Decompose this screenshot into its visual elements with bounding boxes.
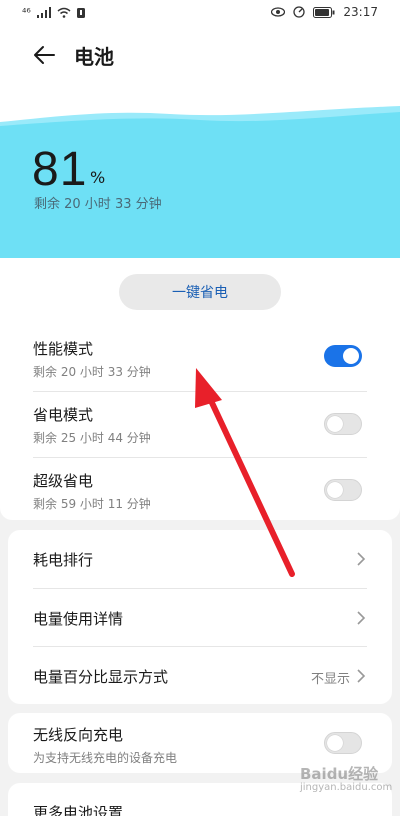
back-button[interactable]	[30, 41, 58, 69]
list-item-percentage-display-mode[interactable]: 电量百分比显示方式 不显示	[8, 646, 392, 704]
one-key-power-save-button[interactable]: 一键省电	[119, 274, 281, 310]
clock: 23:17	[343, 5, 378, 19]
list-item-power-usage-details[interactable]: 电量使用详情	[8, 588, 392, 646]
link-title: 电量百分比显示方式	[33, 668, 169, 686]
notification-icon	[76, 8, 85, 18]
performance-icon	[293, 6, 306, 18]
watermark-url: jingyan.baidu.com	[300, 782, 393, 793]
battery-percent-unit: %	[90, 168, 106, 187]
wifi-icon	[57, 7, 71, 18]
title-bar: 电池	[0, 28, 400, 80]
chevron-right-icon	[357, 669, 366, 683]
wireless-reverse-charging-toggle[interactable]	[324, 732, 362, 754]
mode-subtitle: 剩余 25 小时 44 分钟	[33, 431, 151, 445]
battery-percentage: 81	[32, 143, 88, 196]
mode-subtitle: 剩余 59 小时 11 分钟	[33, 497, 151, 511]
divider	[33, 391, 367, 392]
power-saving-mode-toggle[interactable]	[324, 413, 362, 435]
page-title: 电池	[74, 45, 114, 69]
eye-comfort-icon	[271, 7, 286, 17]
mode-title: 超级省电	[33, 472, 94, 490]
performance-mode-toggle[interactable]	[324, 345, 362, 367]
wireless-title: 无线反向充电	[33, 726, 124, 744]
ultra-power-saving-toggle[interactable]	[324, 479, 362, 501]
list-item-performance-mode[interactable]: 性能模式 剩余 20 小时 33 分钟	[0, 334, 400, 398]
signal-icon	[36, 7, 51, 18]
arrow-left-icon	[34, 46, 55, 64]
divider	[33, 457, 367, 458]
list-item-ultra-power-saving[interactable]: 超级省电 剩余 59 小时 11 分钟	[0, 464, 400, 520]
link-title: 电量使用详情	[33, 610, 124, 628]
battery-level-panel: 81 % 剩余 20 小时 33 分钟	[0, 80, 400, 258]
battery-remaining-time: 剩余 20 小时 33 分钟	[34, 197, 162, 212]
percentage-display-value: 不显示	[310, 672, 350, 687]
battery-icon	[313, 6, 335, 18]
signal-label: ⁴⁶	[22, 6, 31, 19]
link-title: 更多电池设置	[33, 804, 124, 816]
mode-subtitle: 剩余 20 小时 33 分钟	[33, 365, 151, 379]
chevron-right-icon	[357, 611, 366, 625]
wireless-subtitle: 为支持无线充电的设备充电	[33, 751, 178, 765]
list-item-power-saving-mode[interactable]: 省电模式 剩余 25 小时 44 分钟	[0, 398, 400, 462]
chevron-right-icon	[357, 552, 366, 566]
watermark-brand: Baidu经验	[300, 765, 379, 783]
list-item-power-consumption-ranking[interactable]: 耗电排行	[8, 530, 392, 588]
battery-links-card: 耗电排行 电量使用详情 电量百分比显示方式 不显示	[8, 530, 392, 704]
mode-title: 性能模式	[33, 340, 94, 358]
mode-title: 省电模式	[33, 406, 94, 424]
status-bar: ⁴⁶ 23:17	[0, 0, 400, 28]
link-title: 耗电排行	[33, 551, 94, 569]
